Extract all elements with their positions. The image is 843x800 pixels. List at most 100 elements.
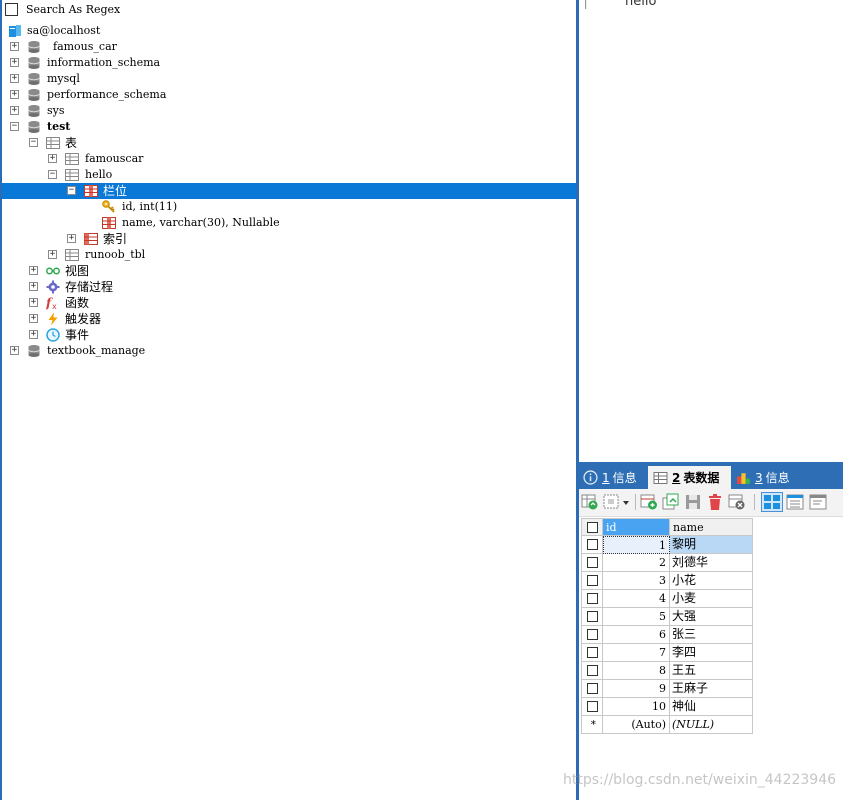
collapse-icon[interactable]: −: [10, 122, 19, 131]
expand-icon[interactable]: +: [10, 106, 19, 115]
row-select-cell[interactable]: [581, 554, 603, 572]
cancel-changes-icon[interactable]: [728, 493, 746, 511]
tree-test-functions[interactable]: + f x 函数: [2, 295, 576, 311]
search-regex-checkbox[interactable]: [5, 2, 18, 16]
add-row-icon[interactable]: [640, 493, 658, 511]
cell-id[interactable]: 1: [603, 536, 670, 554]
cell-id[interactable]: 3: [603, 572, 670, 590]
filter-dropdown-icon[interactable]: [603, 493, 631, 511]
tab-table-data[interactable]: 2 表数据: [648, 466, 731, 489]
row-checkbox[interactable]: [587, 611, 598, 622]
select-all-cell[interactable]: [581, 518, 603, 536]
row-checkbox[interactable]: [587, 629, 598, 640]
tree-db-performance-schema[interactable]: + performance_schema: [2, 87, 576, 103]
expand-icon[interactable]: +: [10, 74, 19, 83]
column-header-name[interactable]: name: [670, 518, 753, 536]
row-select-cell[interactable]: [581, 608, 603, 626]
tree-table-runoob-tbl[interactable]: + runoob_tbl: [2, 247, 576, 263]
tree-connection[interactable]: sa@localhost: [2, 23, 576, 39]
row-checkbox[interactable]: [587, 557, 598, 568]
cell-id[interactable]: 7: [603, 644, 670, 662]
tree-db-information-schema[interactable]: + information_schema: [2, 55, 576, 71]
expand-icon[interactable]: +: [29, 314, 38, 323]
row-checkbox[interactable]: [587, 701, 598, 712]
tab-info-1[interactable]: 1 信息: [583, 466, 647, 489]
tree-hello-indexes[interactable]: + 索引: [2, 231, 576, 247]
row-select-cell[interactable]: [581, 698, 603, 716]
cell-id[interactable]: 8: [603, 662, 670, 680]
tree-hello-columns[interactable]: − 栏位: [2, 183, 576, 199]
editor-text[interactable]: hello: [625, 0, 656, 9]
row-select-cell[interactable]: [581, 644, 603, 662]
cell-id[interactable]: 10: [603, 698, 670, 716]
row-checkbox[interactable]: [587, 575, 598, 586]
row-checkbox[interactable]: [587, 647, 598, 658]
tree-db-test[interactable]: − test: [2, 119, 576, 135]
cell-name[interactable]: 神仙: [670, 698, 753, 716]
expand-icon[interactable]: +: [29, 282, 38, 291]
row-select-cell[interactable]: [581, 662, 603, 680]
expand-icon[interactable]: +: [10, 346, 19, 355]
cell-name[interactable]: 黎明: [670, 536, 753, 554]
expand-icon[interactable]: +: [29, 330, 38, 339]
cell-name[interactable]: 王麻子: [670, 680, 753, 698]
tree-test-events[interactable]: + 事件: [2, 327, 576, 343]
cell-id[interactable]: 4: [603, 590, 670, 608]
row-select-cell[interactable]: [581, 626, 603, 644]
tree-table-famouscar[interactable]: + famouscar: [2, 151, 576, 167]
cell-name[interactable]: 王五: [670, 662, 753, 680]
row-select-cell[interactable]: [581, 572, 603, 590]
cell-name[interactable]: 小花: [670, 572, 753, 590]
expand-icon[interactable]: +: [29, 266, 38, 275]
tree-test-triggers[interactable]: + 触发器: [2, 311, 576, 327]
collapse-icon[interactable]: −: [67, 186, 76, 195]
form-view-icon[interactable]: [786, 493, 804, 511]
query-editor-area[interactable]: | hello: [579, 0, 843, 462]
save-icon[interactable]: [684, 493, 702, 511]
tree-db-sys[interactable]: + sys: [2, 103, 576, 119]
row-checkbox[interactable]: [587, 683, 598, 694]
cell-name-null[interactable]: (NULL): [670, 716, 753, 734]
duplicate-row-icon[interactable]: [662, 493, 680, 511]
row-select-cell[interactable]: [581, 680, 603, 698]
tree-db-textbook-manage[interactable]: + textbook_manage: [2, 343, 576, 359]
tree-test-views[interactable]: + 视图: [2, 263, 576, 279]
row-select-cell[interactable]: [581, 590, 603, 608]
row-checkbox[interactable]: [587, 539, 598, 550]
expand-icon[interactable]: +: [29, 298, 38, 307]
cell-name[interactable]: 小麦: [670, 590, 753, 608]
expand-icon[interactable]: +: [10, 42, 19, 51]
search-as-regex-option[interactable]: Search As Regex: [5, 1, 120, 17]
tree-column-name[interactable]: name, varchar(30), Nullable: [2, 215, 576, 231]
grid-view-icon[interactable]: [761, 492, 783, 512]
cell-id[interactable]: 6: [603, 626, 670, 644]
cell-id[interactable]: 9: [603, 680, 670, 698]
delete-icon[interactable]: [706, 493, 724, 511]
expand-icon[interactable]: +: [10, 58, 19, 67]
tab-info-3[interactable]: 3 信息: [736, 466, 806, 489]
cell-name[interactable]: 李四: [670, 644, 753, 662]
collapse-icon[interactable]: −: [48, 170, 57, 179]
cell-id-auto[interactable]: (Auto): [603, 716, 670, 734]
expand-icon[interactable]: +: [67, 234, 76, 243]
tree-db-mysql[interactable]: + mysql: [2, 71, 576, 87]
row-select-cell[interactable]: [581, 536, 603, 554]
tree-column-id[interactable]: id, int(11): [2, 199, 576, 215]
cell-name[interactable]: 张三: [670, 626, 753, 644]
collapse-icon[interactable]: −: [29, 138, 38, 147]
tree-test-procedures[interactable]: + 存储过程: [2, 279, 576, 295]
tree-db-famous-car[interactable]: + famous_car: [2, 39, 576, 55]
expand-icon[interactable]: +: [48, 154, 57, 163]
cell-name[interactable]: 大强: [670, 608, 753, 626]
expand-icon[interactable]: +: [10, 90, 19, 99]
row-checkbox[interactable]: [587, 593, 598, 604]
tree-test-tables[interactable]: − 表: [2, 135, 576, 151]
text-view-icon[interactable]: [809, 493, 827, 511]
refresh-grid-icon[interactable]: [581, 493, 599, 511]
cell-id[interactable]: 5: [603, 608, 670, 626]
cell-id[interactable]: 2: [603, 554, 670, 572]
cell-name[interactable]: 刘德华: [670, 554, 753, 572]
column-header-id[interactable]: id: [603, 518, 670, 536]
row-checkbox[interactable]: [587, 665, 598, 676]
expand-icon[interactable]: +: [48, 250, 57, 259]
